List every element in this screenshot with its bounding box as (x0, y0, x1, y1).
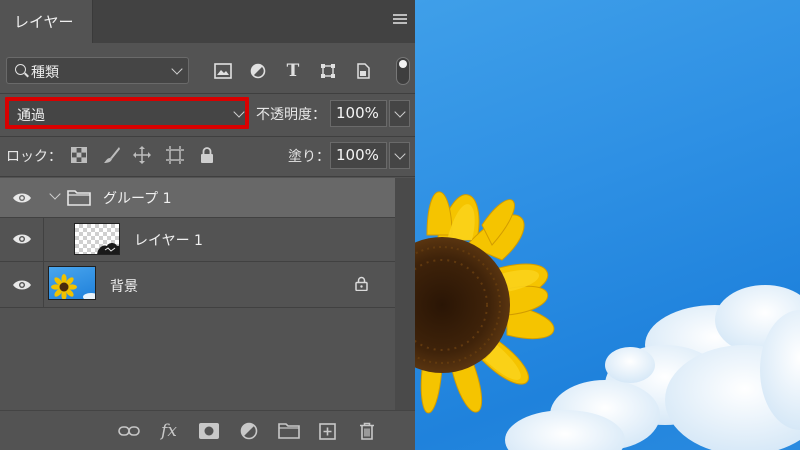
fill-input[interactable]: 100% (330, 142, 387, 169)
layers-scrollbar[interactable] (395, 178, 415, 410)
panel-tab-bar: レイヤー (0, 0, 415, 43)
tab-layers-label: レイヤー (14, 13, 74, 31)
layers-panel: レイヤー 種類 T 通過 不透明度： 100% ロック： 塗り： 100% グル… (0, 0, 415, 450)
layer-thumbnail (48, 266, 96, 300)
lock-label: ロック： (6, 149, 62, 165)
adjustment-filter-icon[interactable] (248, 61, 268, 81)
layer-filter-dropdown[interactable]: 種類 (6, 57, 189, 84)
panel-menu-icon[interactable] (393, 14, 407, 26)
opacity-value: 100% (336, 104, 379, 122)
divider (0, 93, 415, 94)
blend-mode-value: 通過 (17, 108, 45, 124)
chevron-down-icon (171, 63, 183, 75)
new-group-icon[interactable] (278, 421, 300, 441)
blend-mode-dropdown[interactable]: 通過 (5, 97, 249, 129)
lock-position-icon[interactable] (133, 146, 151, 164)
chevron-down-icon (233, 106, 245, 118)
opacity-slider-button[interactable] (389, 100, 410, 127)
eye-icon[interactable] (12, 233, 32, 245)
image-filter-icon[interactable] (213, 61, 233, 81)
fx-icon[interactable]: fx (158, 421, 180, 441)
add-mask-icon[interactable] (198, 421, 220, 441)
layer-filter-label: 種類 (31, 65, 59, 81)
tab-layers[interactable]: レイヤー (0, 0, 93, 43)
new-adjustment-layer-icon[interactable] (238, 421, 260, 441)
layers-list: グループ 1 レイヤー 1 背景 (0, 178, 415, 410)
link-layers-icon[interactable] (118, 421, 140, 441)
delete-layer-icon[interactable] (356, 421, 378, 441)
smart-object-filter-icon[interactable] (353, 61, 373, 81)
lock-transparent-pixels-icon[interactable] (70, 146, 88, 164)
chevron-down-icon[interactable] (49, 188, 61, 200)
chevron-down-icon (394, 148, 406, 160)
layer-row-background[interactable]: 背景 (0, 262, 415, 307)
lock-all-icon[interactable] (198, 146, 216, 164)
filter-toggle[interactable] (396, 57, 410, 85)
layer-thumbnail (74, 223, 120, 255)
divider (0, 176, 415, 177)
canvas-image (415, 0, 800, 450)
opacity-input[interactable]: 100% (330, 100, 387, 127)
chevron-down-icon (394, 106, 406, 118)
opacity-label: 不透明度： (256, 107, 326, 123)
folder-icon (67, 190, 91, 206)
divider (0, 136, 415, 137)
eye-icon[interactable] (12, 192, 32, 204)
type-filter-icon[interactable]: T (283, 61, 303, 81)
search-icon (15, 64, 26, 75)
lock-image-pixels-icon[interactable] (103, 146, 121, 164)
new-layer-icon[interactable] (316, 421, 338, 441)
fill-label: 塗り： (288, 149, 330, 165)
layer-row-group[interactable]: グループ 1 (0, 178, 415, 217)
fill-slider-button[interactable] (389, 142, 410, 169)
fill-value: 100% (336, 146, 379, 164)
bottom-toolbar: fx (0, 410, 415, 450)
sunflower-photo (415, 191, 800, 450)
layer-row[interactable]: レイヤー 1 (0, 217, 415, 261)
layer-name: 背景 (110, 279, 138, 295)
lock-icon[interactable] (355, 276, 368, 291)
shape-filter-icon[interactable] (318, 61, 338, 81)
layer-name: グループ 1 (103, 191, 172, 207)
eye-icon[interactable] (12, 279, 32, 291)
layer-name: レイヤー 1 (134, 233, 203, 249)
lock-artboard-icon[interactable] (166, 146, 184, 164)
